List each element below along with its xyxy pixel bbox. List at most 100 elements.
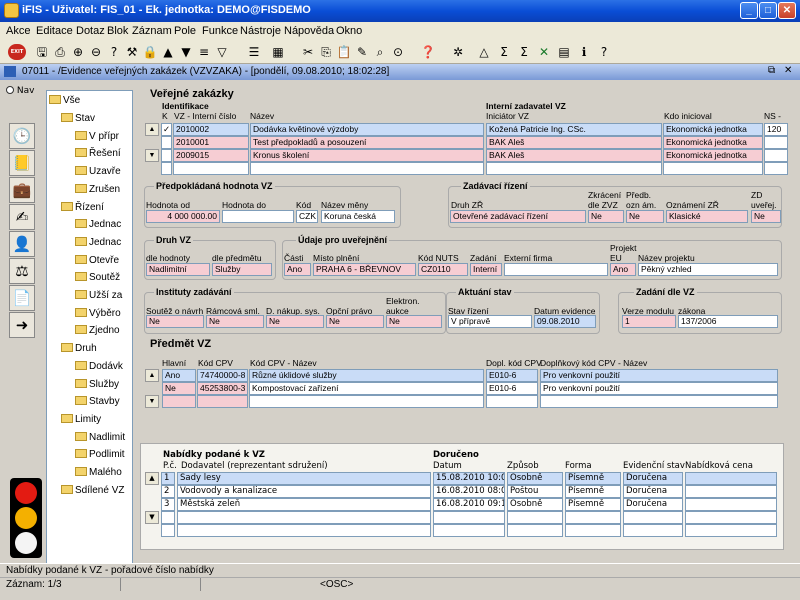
menu-editace[interactable]: Editace [36,25,73,37]
pred-field[interactable]: Ne [626,210,664,223]
inst-5-field[interactable]: Ne [386,315,442,328]
tree-item[interactable]: Soutěž [75,272,120,283]
menu-akce[interactable]: Akce [6,25,30,37]
nabidky-dat-field[interactable]: 15.08.2010 10:05 [433,472,505,485]
predmet-dopn-field[interactable]: Pro venkovní použití [540,369,778,382]
kod-field[interactable]: CZK [296,210,318,223]
tree-item[interactable]: Jednac [75,219,121,230]
stav-field[interactable]: V přípravě [448,315,532,328]
zd-field[interactable]: Ne [751,210,781,223]
vz-number-field[interactable] [173,162,249,175]
tree-item[interactable]: Otevře [75,254,119,266]
settings-icon[interactable]: ✲ [450,44,466,60]
predmet-naz-field[interactable]: Různé úklidové služby [249,369,484,382]
cast-field[interactable]: Ano [284,263,311,276]
tree-item[interactable]: Stav [61,113,95,124]
vz-checkbox[interactable] [161,136,172,149]
nabidky-zp-field[interactable] [507,511,563,524]
list-icon[interactable]: ☰ [246,44,262,60]
vz-initiator-field[interactable]: BAK Aleš [486,149,662,162]
nabidky-forma-field[interactable]: Písemně [565,498,621,511]
proj-field[interactable]: Ano [610,263,636,276]
sum-icon-2[interactable]: Σ [516,44,532,60]
nabidky-zp-field[interactable]: Poštou [507,485,563,498]
nabidky-pc-field[interactable] [161,511,175,524]
zad-field[interactable]: Interní [470,263,502,276]
druh-zr-field[interactable]: Otevřené zadávací řízení [450,210,586,223]
tree-item[interactable]: Druh [61,343,97,354]
ozn-field[interactable]: Klasické [666,210,748,223]
nabidky-dod-field[interactable]: Vodovody a kanalizace [177,485,431,498]
nabidky-ev-field[interactable]: Doručena [623,472,683,485]
vz-kdo-field[interactable]: Ekonomická jednotka [663,123,763,136]
nabidky-pc-field[interactable]: 3 [161,498,175,511]
down-arrow-icon[interactable]: ▼ [178,44,194,60]
info-icon[interactable]: ℹ [576,44,592,60]
nabidky-dod-field[interactable]: Sady lesy [177,472,431,485]
nabidky-forma-field[interactable]: Písemně [565,472,621,485]
briefcase-icon[interactable]: 💼 [9,177,35,203]
predmet-hl-field[interactable]: Ne [162,382,196,395]
cut-icon[interactable]: ✂ [300,44,316,60]
predmet-naz-field[interactable] [249,395,484,408]
copy-icon[interactable]: ⎘ [318,44,334,60]
edit-icon[interactable]: ✎ [354,44,370,60]
tree-item[interactable]: Nadlimit [75,431,125,443]
predmet-kod-field[interactable]: 74740000-8 [197,369,248,382]
tree-item[interactable]: Zjedno [75,325,120,336]
tree-item[interactable]: Výběro [75,307,121,319]
nabidky-cena-field[interactable] [685,485,777,498]
tree-item[interactable]: Zrušen [75,183,120,195]
nabidky-ev-field[interactable] [623,524,683,537]
vz-number-field[interactable]: 2009015 [173,149,249,162]
menu-funkce[interactable]: Funkce [202,25,238,37]
predmet-dopn-field[interactable] [540,395,778,408]
menu-pole[interactable]: Pole [174,25,196,37]
nabidky-pc-field[interactable] [161,524,175,537]
help-context-icon[interactable]: ❓ [420,44,436,60]
nabidky-dat-field[interactable] [433,511,505,524]
export-icon[interactable]: ➜ [9,312,35,338]
druh-h-field[interactable]: Nadlimitní [146,263,210,276]
scales-icon[interactable]: ⚖ [9,258,35,284]
tree-item[interactable]: Řízení [61,201,104,213]
filter-icon[interactable]: ▽ [214,44,230,60]
save-icon[interactable]: 🖫 [34,44,50,60]
nabidky-dat-field[interactable]: 16.08.2010 08:00 [433,485,505,498]
menu-zaznam[interactable]: Záznam [132,25,172,37]
nabidky-forma-field[interactable]: Písemně [565,485,621,498]
nabidky-pc-field[interactable]: 1 [161,472,175,485]
predmet-dop-field[interactable]: E010-6 [486,369,538,382]
clear-icon[interactable]: ≡ [196,44,212,60]
zak-field[interactable]: 137/2006 [678,315,778,328]
clock-icon[interactable]: 🕒 [9,123,35,149]
vz-name-field[interactable]: Kronus školení [250,149,484,162]
predmet-dop-field[interactable] [486,395,538,408]
search-icon[interactable]: ⌕ [372,44,388,60]
zoom-icon[interactable]: ⊙ [390,44,406,60]
document-icon[interactable]: ▤ [556,44,572,60]
hodnota-od-field[interactable]: 4 000 000.00 [146,210,220,223]
vz-ns-field[interactable] [764,136,788,149]
nabidky-cena-field[interactable] [685,524,777,537]
nabidky-dod-field[interactable]: Městská zeleň [177,498,431,511]
predmet-naz-field[interactable]: Kompostovací zařízení [249,382,484,395]
menu-napoveda[interactable]: Nápověda [284,25,334,37]
help-icon[interactable]: ? [596,44,612,60]
vz-name-field[interactable]: Test předpokladů a posouzení [250,136,484,149]
up-arrow-icon[interactable]: ▲ [160,44,176,60]
predmet-dopn-field[interactable]: Pro venkovní použití [540,382,778,395]
nabidky-zp-field[interactable] [507,524,563,537]
vz-ns-field[interactable] [764,149,788,162]
nabidky-dat-field[interactable]: 16.08.2010 09:15 [433,498,505,511]
menu-blok[interactable]: Blok [107,25,128,37]
druh-p-field[interactable]: Služby [212,263,272,276]
inst-2-field[interactable]: Ne [206,315,264,328]
nav-radio[interactable]: Nav [6,86,46,100]
nabidky-forma-field[interactable] [565,511,621,524]
vz-initiator-field[interactable]: Kožená Patricie Ing. CSc. [486,123,662,136]
nabidky-zp-field[interactable]: Osobně [507,472,563,485]
tree-item[interactable]: Užší za [75,290,122,301]
vz-name-field[interactable]: Dodávka květinové výzdoby [250,123,484,136]
nabidky-cena-field[interactable] [685,472,777,485]
